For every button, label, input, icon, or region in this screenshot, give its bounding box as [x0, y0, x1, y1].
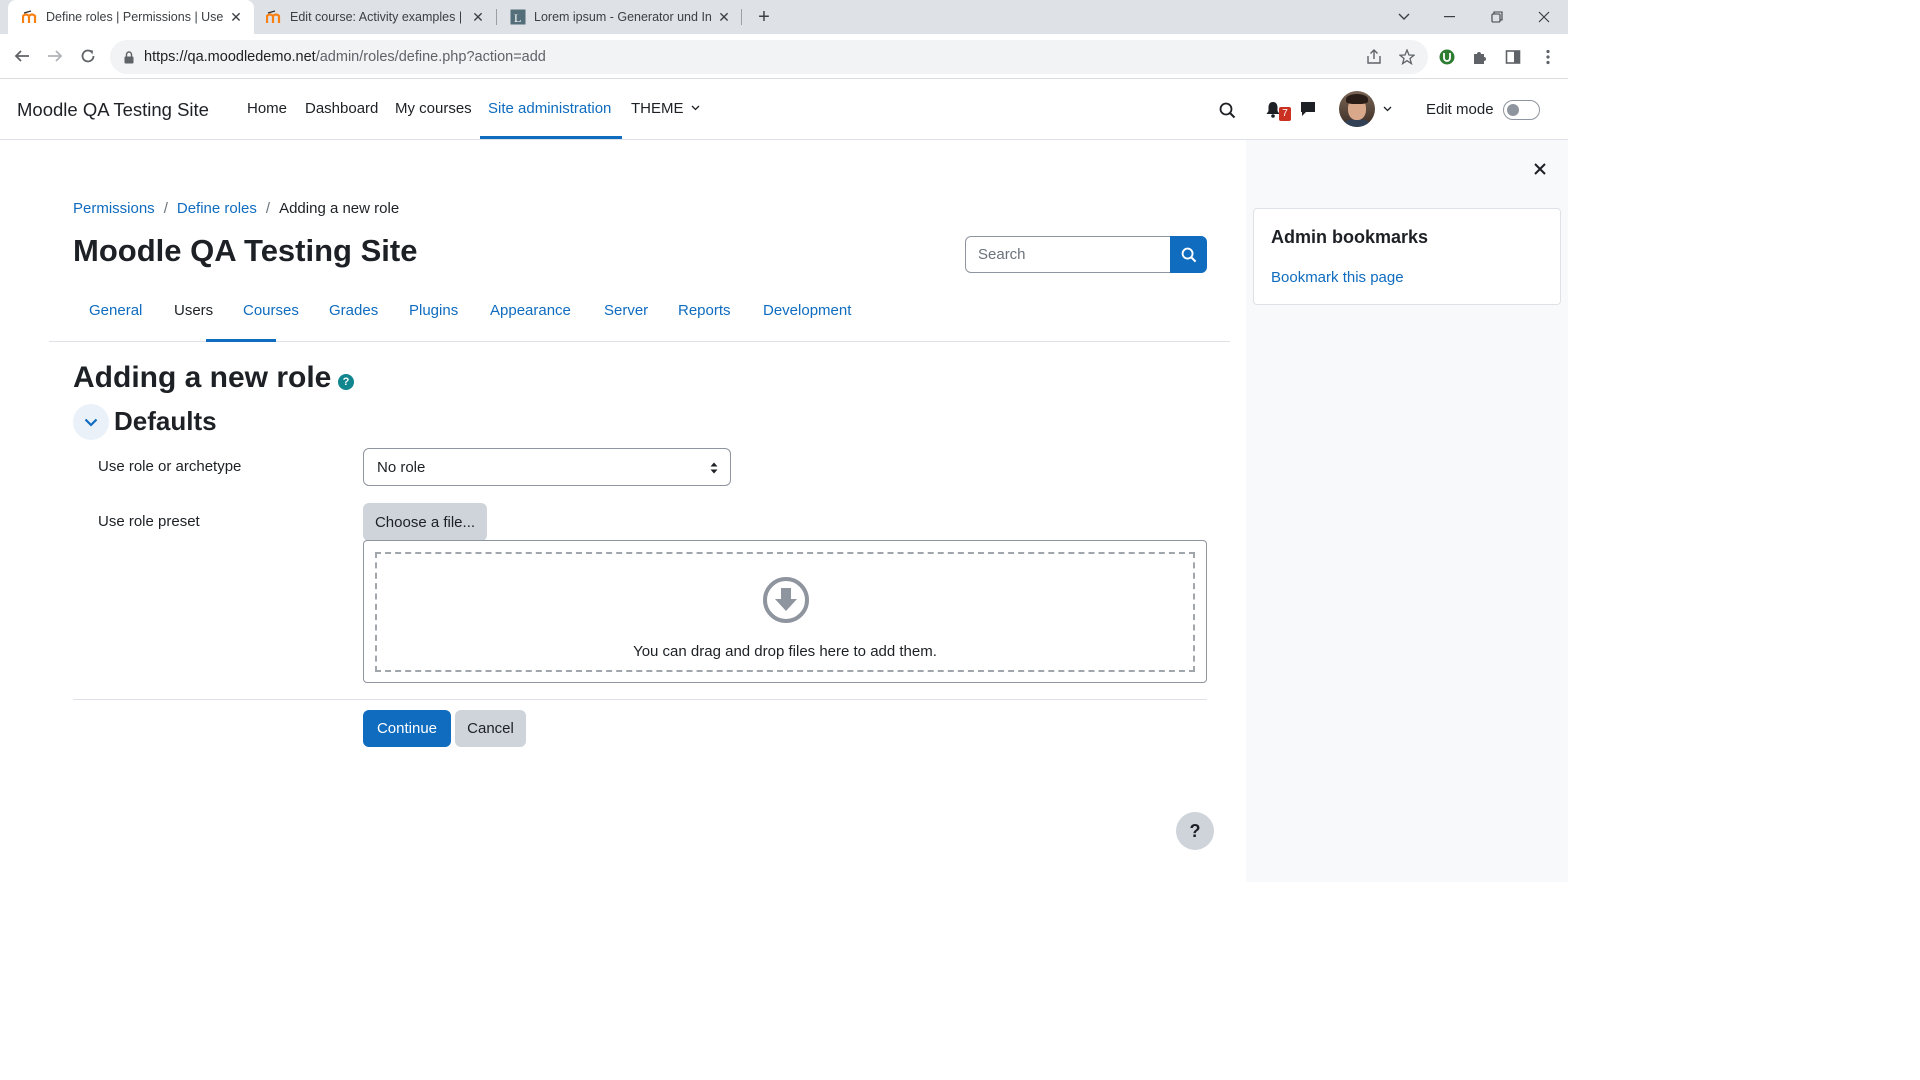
block-title: Admin bookmarks	[1271, 227, 1429, 247]
browser-toolbar: https://qa.moodledemo.net/admin/roles/de…	[0, 34, 1568, 79]
url-host: https://qa.moodledemo.net	[144, 49, 316, 65]
back-icon[interactable]	[10, 44, 34, 68]
browser-tab-strip: Define roles | Permissions | Users ✕ Edi…	[0, 0, 1568, 34]
side-panel-icon[interactable]	[1502, 46, 1524, 68]
nav-my-courses[interactable]: My courses	[395, 100, 472, 117]
messages-icon[interactable]	[1299, 100, 1317, 118]
user-menu-chevron-icon[interactable]	[1381, 104, 1393, 114]
forward-icon[interactable]	[43, 44, 67, 68]
breadcrumb-permissions[interactable]: Permissions	[73, 200, 155, 217]
avatar-hair	[1346, 94, 1368, 104]
extension-shield-icon[interactable]	[1436, 46, 1458, 68]
active-tab-indicator	[206, 339, 276, 342]
browser-menu-icon[interactable]	[1537, 46, 1559, 68]
site-navbar: Moodle QA Testing Site Home Dashboard My…	[0, 79, 1568, 140]
page-title: Moodle QA Testing Site	[73, 233, 418, 268]
file-picker: You can drag and drop files here to add …	[363, 540, 1207, 683]
tab-users[interactable]: Users	[174, 302, 213, 319]
moodle-icon	[22, 9, 38, 25]
archetype-label: Use role or archetype	[98, 458, 242, 475]
browser-tab-title: Edit course: Activity examples | M	[290, 10, 466, 24]
close-tab-icon[interactable]: ✕	[716, 9, 732, 26]
edit-mode-label: Edit mode	[1426, 101, 1494, 118]
tab-appearance[interactable]: Appearance	[490, 302, 571, 319]
breadcrumb: Permissions / Define roles / Adding a ne…	[73, 200, 399, 217]
restore-icon[interactable]	[1474, 0, 1520, 34]
archetype-selected-value: No role	[377, 458, 426, 476]
close-tab-icon[interactable]: ✕	[470, 9, 486, 26]
breadcrumb-current: Adding a new role	[279, 200, 400, 217]
admin-bookmarks-block: Admin bookmarks Bookmark this page	[1253, 208, 1561, 305]
help-icon[interactable]: ?	[338, 374, 354, 390]
star-icon[interactable]	[1396, 46, 1418, 68]
chevron-down-icon	[84, 418, 98, 427]
chevron-down-icon	[691, 105, 700, 111]
tab-reports[interactable]: Reports	[678, 302, 731, 319]
svg-text:L: L	[514, 11, 521, 25]
lock-icon	[124, 50, 136, 64]
nav-active-indicator	[480, 136, 622, 139]
tab-grades[interactable]: Grades	[329, 302, 378, 319]
cancel-button[interactable]: Cancel	[455, 710, 526, 747]
close-tab-icon[interactable]: ✕	[228, 9, 244, 26]
minimize-icon[interactable]	[1427, 0, 1473, 34]
moodle-icon	[266, 9, 282, 25]
tab-server[interactable]: Server	[604, 302, 648, 319]
browser-tab-lorem-ipsum[interactable]: L Lorem ipsum - Generator und Inf ✕	[500, 0, 740, 34]
close-drawer-icon[interactable]	[1531, 160, 1549, 178]
section-heading: Defaults	[114, 406, 217, 436]
new-tab-icon[interactable]: +	[741, 0, 787, 34]
browser-tab-title: Lorem ipsum - Generator und Inf	[534, 10, 712, 24]
tab-general[interactable]: General	[89, 302, 142, 319]
admin-category-tabs: General Users Courses Grades Plugins App…	[49, 290, 1230, 342]
tab-development[interactable]: Development	[763, 302, 851, 319]
browser-tab-title: Define roles | Permissions | Users	[46, 10, 224, 24]
extensions-puzzle-icon[interactable]	[1469, 46, 1491, 68]
select-arrows-icon	[710, 462, 718, 474]
nav-home[interactable]: Home	[247, 100, 287, 117]
nav-site-administration[interactable]: Site administration	[488, 100, 611, 117]
download-arrow-icon	[763, 577, 809, 623]
url-path: /admin/roles/define.php?action=add	[315, 49, 546, 65]
preset-label: Use role preset	[98, 513, 200, 530]
continue-button[interactable]: Continue	[363, 710, 451, 747]
browser-tab-define-roles[interactable]: Define roles | Permissions | Users ✕	[8, 0, 254, 34]
archetype-select[interactable]: No role	[363, 448, 731, 486]
form-divider	[73, 699, 1207, 700]
nav-theme-label: THEME	[631, 100, 684, 117]
lorem-icon: L	[510, 9, 526, 25]
site-brand[interactable]: Moodle QA Testing Site	[17, 99, 209, 121]
footer-help-button[interactable]: ?	[1176, 812, 1214, 850]
breadcrumb-separator: /	[265, 200, 271, 217]
admin-search-button[interactable]	[1170, 236, 1207, 273]
notification-count-badge: 7	[1279, 107, 1291, 121]
admin-search-input[interactable]	[965, 236, 1171, 273]
breadcrumb-define-roles[interactable]: Define roles	[177, 200, 257, 217]
address-bar[interactable]: https://qa.moodledemo.net/admin/roles/de…	[110, 40, 1428, 74]
section-collapse-button[interactable]	[73, 404, 109, 440]
form-heading: Adding a new role	[73, 361, 332, 394]
file-dropzone[interactable]: You can drag and drop files here to add …	[375, 552, 1195, 672]
share-icon[interactable]	[1363, 46, 1385, 68]
breadcrumb-separator: /	[163, 200, 168, 217]
bookmark-this-page-link[interactable]: Bookmark this page	[1271, 269, 1404, 286]
tab-plugins[interactable]: Plugins	[409, 302, 458, 319]
tab-courses[interactable]: Courses	[243, 302, 299, 319]
nav-theme[interactable]: THEME	[631, 100, 700, 117]
nav-dashboard[interactable]: Dashboard	[305, 100, 378, 117]
choose-file-button[interactable]: Choose a file...	[363, 503, 487, 541]
tab-search-icon[interactable]	[1381, 0, 1427, 34]
avatar-body	[1342, 119, 1372, 127]
reload-icon[interactable]	[76, 44, 100, 68]
search-icon	[1181, 247, 1196, 262]
dropzone-text: You can drag and drop files here to add …	[633, 643, 937, 660]
edit-mode-toggle[interactable]	[1503, 100, 1540, 120]
url-text: https://qa.moodledemo.net/admin/roles/de…	[144, 49, 546, 65]
browser-tab-edit-course[interactable]: Edit course: Activity examples | M ✕	[256, 0, 494, 34]
window-close-icon[interactable]	[1521, 0, 1567, 34]
user-avatar[interactable]	[1339, 91, 1375, 127]
tab-separator	[496, 9, 497, 25]
toggle-knob	[1507, 104, 1519, 116]
search-icon[interactable]	[1217, 100, 1237, 120]
